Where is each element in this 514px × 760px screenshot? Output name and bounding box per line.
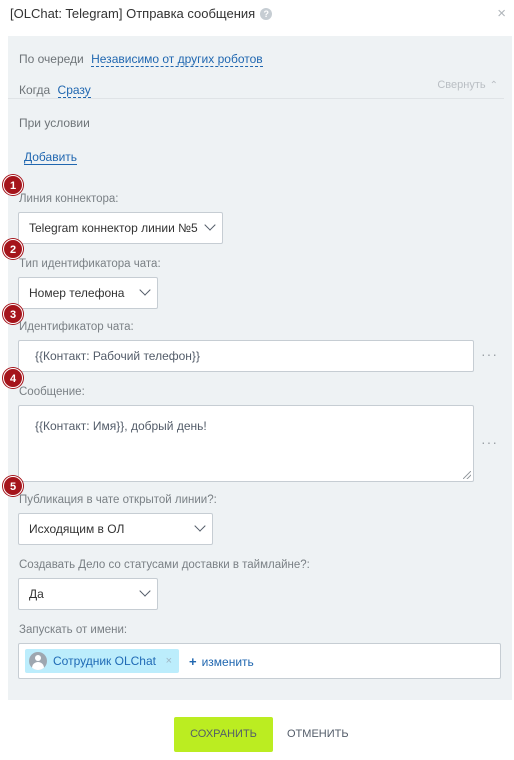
- help-icon[interactable]: ?: [260, 8, 273, 20]
- collapse-label: Свернуть: [437, 79, 486, 91]
- step-badge-1: 1: [3, 175, 23, 195]
- collapse-toggle[interactable]: Свернуть ⌃: [437, 79, 498, 91]
- plus-icon: +: [189, 654, 197, 669]
- avatar-icon: [29, 652, 47, 670]
- user-name: Сотрудник OLChat: [53, 654, 156, 668]
- message-label: Сообщение:: [19, 386, 85, 398]
- connector-line-value: Telegram коннектор линии №5: [29, 221, 198, 235]
- queue-label: По очереди: [19, 52, 84, 66]
- chat-id-type-label: Тип идентификатора чата:: [19, 258, 161, 270]
- condition-label: При условии: [19, 116, 90, 130]
- when-value-link[interactable]: Сразу: [57, 83, 91, 98]
- divider: [8, 98, 504, 99]
- cancel-button[interactable]: ОТМЕНИТЬ: [287, 717, 349, 752]
- chevron-down-icon: [139, 585, 151, 597]
- add-condition-link[interactable]: Добавить: [24, 150, 78, 165]
- step-badge-2: 2: [3, 239, 23, 259]
- dialog-title: [OLChat: Telegram] Отправка сообщения?: [10, 6, 273, 21]
- resize-handle-icon[interactable]: [463, 471, 471, 479]
- chat-id-type-value: Номер телефона: [29, 286, 125, 300]
- publication-label: Публикация в чате открытой линии?:: [19, 494, 217, 506]
- create-task-value: Да: [29, 587, 44, 601]
- change-label: изменить: [201, 655, 254, 669]
- publication-select[interactable]: Исходящим в ОЛ: [18, 513, 213, 545]
- chat-id-type-select[interactable]: Номер телефона: [18, 277, 158, 309]
- publication-value: Исходящим в ОЛ: [29, 522, 125, 536]
- when-label: Когда: [19, 83, 51, 97]
- connector-line-select[interactable]: Telegram коннектор линии №5: [18, 212, 223, 244]
- queue-value-link[interactable]: Независимо от других роботов: [91, 52, 263, 67]
- run-as-label: Запускать от имени:: [19, 624, 128, 636]
- message-textarea[interactable]: {{Контакт: Имя}}, добрый день!: [18, 405, 474, 482]
- more-icon[interactable]: ···: [481, 434, 498, 450]
- save-button[interactable]: СОХРАНИТЬ: [174, 717, 273, 752]
- when-row: Когда Сразу: [19, 83, 91, 98]
- create-task-label: Создавать Дело со статусами доставки в т…: [19, 559, 310, 571]
- chevron-down-icon: [139, 284, 151, 296]
- change-user-button[interactable]: + изменить: [189, 654, 254, 669]
- user-tag[interactable]: Сотрудник OLChat ×: [25, 649, 179, 673]
- step-badge-4: 4: [3, 368, 23, 388]
- remove-tag-icon[interactable]: ×: [166, 649, 172, 673]
- step-badge-5: 5: [3, 476, 23, 496]
- dialog-title-text: [OLChat: Telegram] Отправка сообщения: [10, 6, 256, 21]
- more-icon[interactable]: ···: [481, 346, 498, 362]
- close-icon[interactable]: ×: [497, 5, 506, 22]
- chevron-down-icon: [194, 520, 206, 532]
- chat-id-input[interactable]: {{Контакт: Рабочий телефон}}: [18, 340, 474, 372]
- add-condition[interactable]: Добавить: [24, 150, 78, 165]
- run-as-selector[interactable]: Сотрудник OLChat × + изменить: [18, 643, 501, 679]
- chevron-up-icon: ⌃: [489, 80, 498, 91]
- chevron-down-icon: [204, 219, 216, 231]
- message-value: {{Контакт: Имя}}, добрый день!: [35, 419, 207, 433]
- create-task-select[interactable]: Да: [18, 578, 158, 610]
- chat-id-label: Идентификатор чата:: [19, 321, 134, 333]
- connector-line-label: Линия коннектора:: [19, 193, 119, 205]
- queue-row: По очереди Независимо от других роботов: [19, 52, 263, 67]
